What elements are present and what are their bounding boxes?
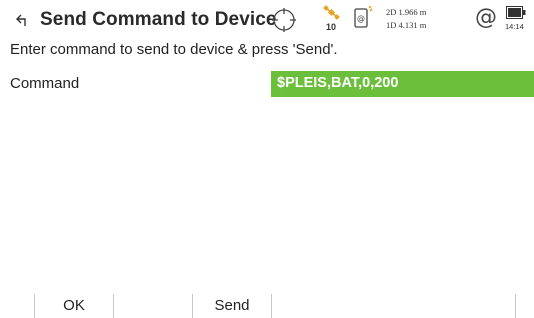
precision-2d: 2D 1.966 m <box>386 7 427 17</box>
precision-1d: 1D 4.131 m <box>386 20 427 30</box>
at-icon[interactable]: @ <box>475 5 497 30</box>
send-button[interactable]: Send <box>193 292 271 318</box>
clock: 14:14 <box>505 22 524 31</box>
command-label: Command <box>10 75 80 92</box>
ok-button[interactable]: OK <box>35 292 113 318</box>
softkey-empty-2[interactable] <box>114 292 192 318</box>
crosshair-icon[interactable] <box>271 7 297 33</box>
softkey-empty-4[interactable] <box>272 292 350 318</box>
back-icon[interactable] <box>14 11 32 29</box>
softkey-divider <box>515 294 516 318</box>
instruction-text: Enter command to send to device & press … <box>10 41 338 58</box>
satellite-icon[interactable] <box>321 4 341 24</box>
svg-text:@: @ <box>357 14 365 23</box>
satellite-count: 10 <box>325 22 336 32</box>
command-input[interactable]: $PLEIS,BAT,0,200 <box>271 71 534 97</box>
gnss-device-icon[interactable]: @ <box>353 6 373 30</box>
command-row: Command $PLEIS,BAT,0,200 <box>0 71 534 97</box>
page-title: Send Command to Device <box>40 9 277 30</box>
title-bar: Send Command to Device 10 @ 2D 1.966 m 1… <box>0 0 534 40</box>
softkey-bar: OK Send <box>0 292 534 318</box>
battery-icon <box>506 6 526 19</box>
